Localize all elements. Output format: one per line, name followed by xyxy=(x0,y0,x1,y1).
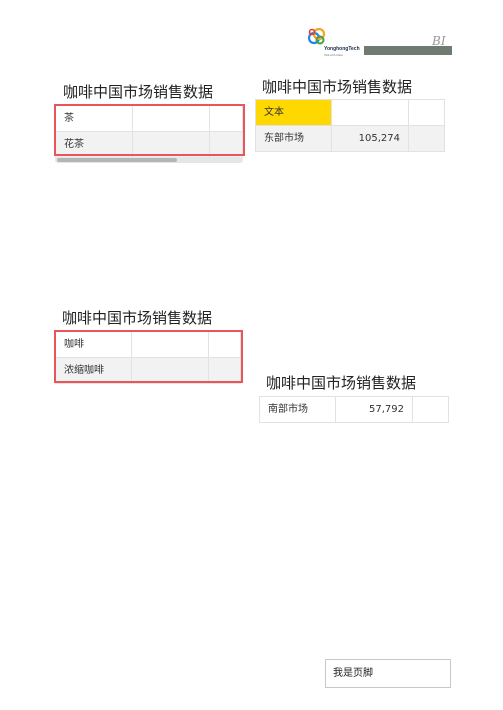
panel-2-table[interactable]: 文本 东部市场 105,274 xyxy=(255,99,445,152)
company-logo: YonghongTech Talk with Data xyxy=(306,26,366,57)
table-header-cell[interactable] xyxy=(332,100,409,125)
table-cell[interactable] xyxy=(210,106,243,131)
table-header-cell[interactable]: 文本 xyxy=(255,100,332,125)
panel-4-title: 咖啡中国市场销售数据 xyxy=(266,374,417,392)
page-footer: 我是页脚 xyxy=(325,659,451,688)
panel-3-table[interactable]: 咖啡 浓缩咖啡 xyxy=(55,331,241,384)
table-cell[interactable]: 105,274 xyxy=(332,126,409,151)
table-row[interactable]: 花茶 xyxy=(55,132,243,158)
table-cell[interactable] xyxy=(209,358,241,383)
panel-1-title: 咖啡中国市场销售数据 xyxy=(63,83,214,101)
logo-tagline: Talk with Data xyxy=(324,53,343,57)
table-cell[interactable] xyxy=(413,397,449,422)
table-cell[interactable] xyxy=(209,332,241,357)
table-cell[interactable]: 茶 xyxy=(55,106,133,131)
table-header-row[interactable]: 文本 xyxy=(255,100,445,126)
logo-brand-text: YonghongTech xyxy=(324,46,360,52)
table-cell[interactable]: 花茶 xyxy=(55,132,133,157)
table-cell[interactable] xyxy=(132,358,209,383)
panel-3-title: 咖啡中国市场销售数据 xyxy=(62,309,213,327)
scrollbar-thumb[interactable] xyxy=(57,158,177,162)
table-cell[interactable]: 57,792 xyxy=(336,397,413,422)
table-row[interactable]: 咖啡 xyxy=(55,332,241,358)
table-cell[interactable] xyxy=(133,132,210,157)
table-cell[interactable]: 东部市场 xyxy=(255,126,332,151)
table-cell[interactable] xyxy=(133,106,210,131)
table-cell[interactable]: 咖啡 xyxy=(55,332,132,357)
table-row[interactable]: 浓缩咖啡 xyxy=(55,358,241,384)
logo-rings-icon xyxy=(307,27,326,45)
panel-4-table[interactable]: 南部市场 57,792 xyxy=(259,396,449,423)
table-row[interactable]: 茶 xyxy=(55,106,243,132)
panel-2-title: 咖啡中国市场销售数据 xyxy=(262,78,413,96)
panel-1-table[interactable]: 茶 花茶 xyxy=(55,105,243,158)
table-row[interactable]: 南部市场 57,792 xyxy=(259,397,449,423)
table-cell[interactable] xyxy=(210,132,243,157)
table-header-cell[interactable] xyxy=(409,100,445,125)
table-cell[interactable]: 南部市场 xyxy=(259,397,336,422)
table-cell[interactable] xyxy=(409,126,445,151)
product-mark: BI xyxy=(432,34,446,48)
table-cell[interactable] xyxy=(132,332,209,357)
table-cell[interactable]: 浓缩咖啡 xyxy=(55,358,132,383)
horizontal-scrollbar[interactable] xyxy=(55,157,243,163)
table-row[interactable]: 东部市场 105,274 xyxy=(255,126,445,152)
